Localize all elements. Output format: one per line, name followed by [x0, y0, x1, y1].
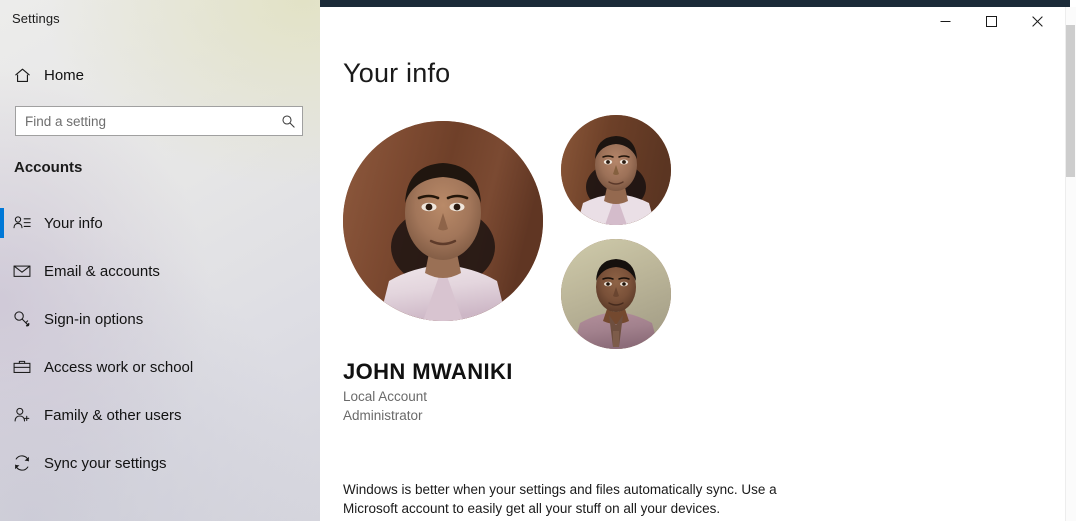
account-type: Local Account	[343, 389, 428, 404]
envelope-icon	[0, 261, 44, 281]
sidebar-item-your-info[interactable]: Your info	[0, 208, 320, 238]
scrollbar-thumb[interactable]	[1066, 25, 1075, 177]
title-bar-strip	[320, 0, 1070, 7]
sidebar-item-family-other-users[interactable]: Family & other users	[0, 400, 320, 430]
selection-accent-bar-inactive	[0, 352, 4, 382]
sidebar-item-access-work-school-label: Access work or school	[44, 358, 194, 376]
sidebar-item-email-accounts[interactable]: Email & accounts	[0, 256, 320, 286]
user-add-icon	[0, 405, 44, 425]
main-content: Your info JOHN MWANIKI Local Account Adm…	[320, 7, 1060, 521]
search-icon[interactable]	[274, 107, 302, 135]
sidebar-item-home[interactable]: Home	[0, 60, 320, 90]
window-controls	[922, 7, 1060, 36]
sidebar-item-sync-your-settings[interactable]: Sync your settings	[0, 448, 320, 478]
app-title: Settings	[12, 11, 60, 26]
recent-profile-picture-1[interactable]	[561, 115, 671, 225]
sidebar-section-header: Accounts	[14, 159, 83, 176]
account-name: JOHN MWANIKI	[343, 359, 513, 384]
search-box[interactable]	[15, 106, 303, 136]
profile-pictures	[343, 115, 703, 349]
account-role: Administrator	[343, 408, 423, 423]
sidebar-item-home-label: Home	[44, 66, 85, 84]
sidebar: Settings Home Find a setting Accounts Yo…	[0, 0, 320, 521]
settings-window: Settings Home Find a setting Accounts Yo…	[0, 0, 1077, 521]
sidebar-item-sign-in-options-label: Sign-in options	[44, 310, 144, 328]
selection-accent-bar-inactive	[0, 448, 4, 478]
sidebar-item-family-other-users-label: Family & other users	[44, 406, 182, 424]
sidebar-item-sync-your-settings-label: Sync your settings	[44, 454, 167, 472]
user-info-icon	[0, 213, 44, 233]
sidebar-item-email-accounts-label: Email & accounts	[44, 262, 160, 280]
briefcase-icon	[0, 357, 44, 377]
sidebar-item-access-work-school[interactable]: Access work or school	[0, 352, 320, 382]
sync-refresh-icon	[0, 453, 44, 473]
page-title: Your info	[343, 58, 451, 88]
selection-accent-bar	[0, 208, 4, 238]
sync-description: Windows is better when your settings and…	[343, 482, 777, 516]
recent-profile-picture-2[interactable]	[561, 239, 671, 349]
selection-accent-bar-inactive	[0, 256, 4, 286]
selection-accent-bar-inactive	[0, 304, 4, 334]
selection-accent-bar-inactive	[0, 400, 4, 430]
sidebar-item-your-info-label: Your info	[44, 214, 103, 232]
vertical-scrollbar[interactable]	[1060, 7, 1077, 521]
search-input[interactable]	[16, 107, 274, 135]
key-icon	[0, 309, 44, 329]
sidebar-nav: Your info Email & accounts Sign-in optio…	[0, 208, 320, 496]
minimize-button[interactable]	[922, 7, 968, 36]
home-icon	[0, 66, 44, 85]
current-profile-picture[interactable]	[343, 121, 543, 321]
maximize-button[interactable]	[968, 7, 1014, 36]
close-button[interactable]	[1014, 7, 1060, 36]
sidebar-item-sign-in-options[interactable]: Sign-in options	[0, 304, 320, 334]
